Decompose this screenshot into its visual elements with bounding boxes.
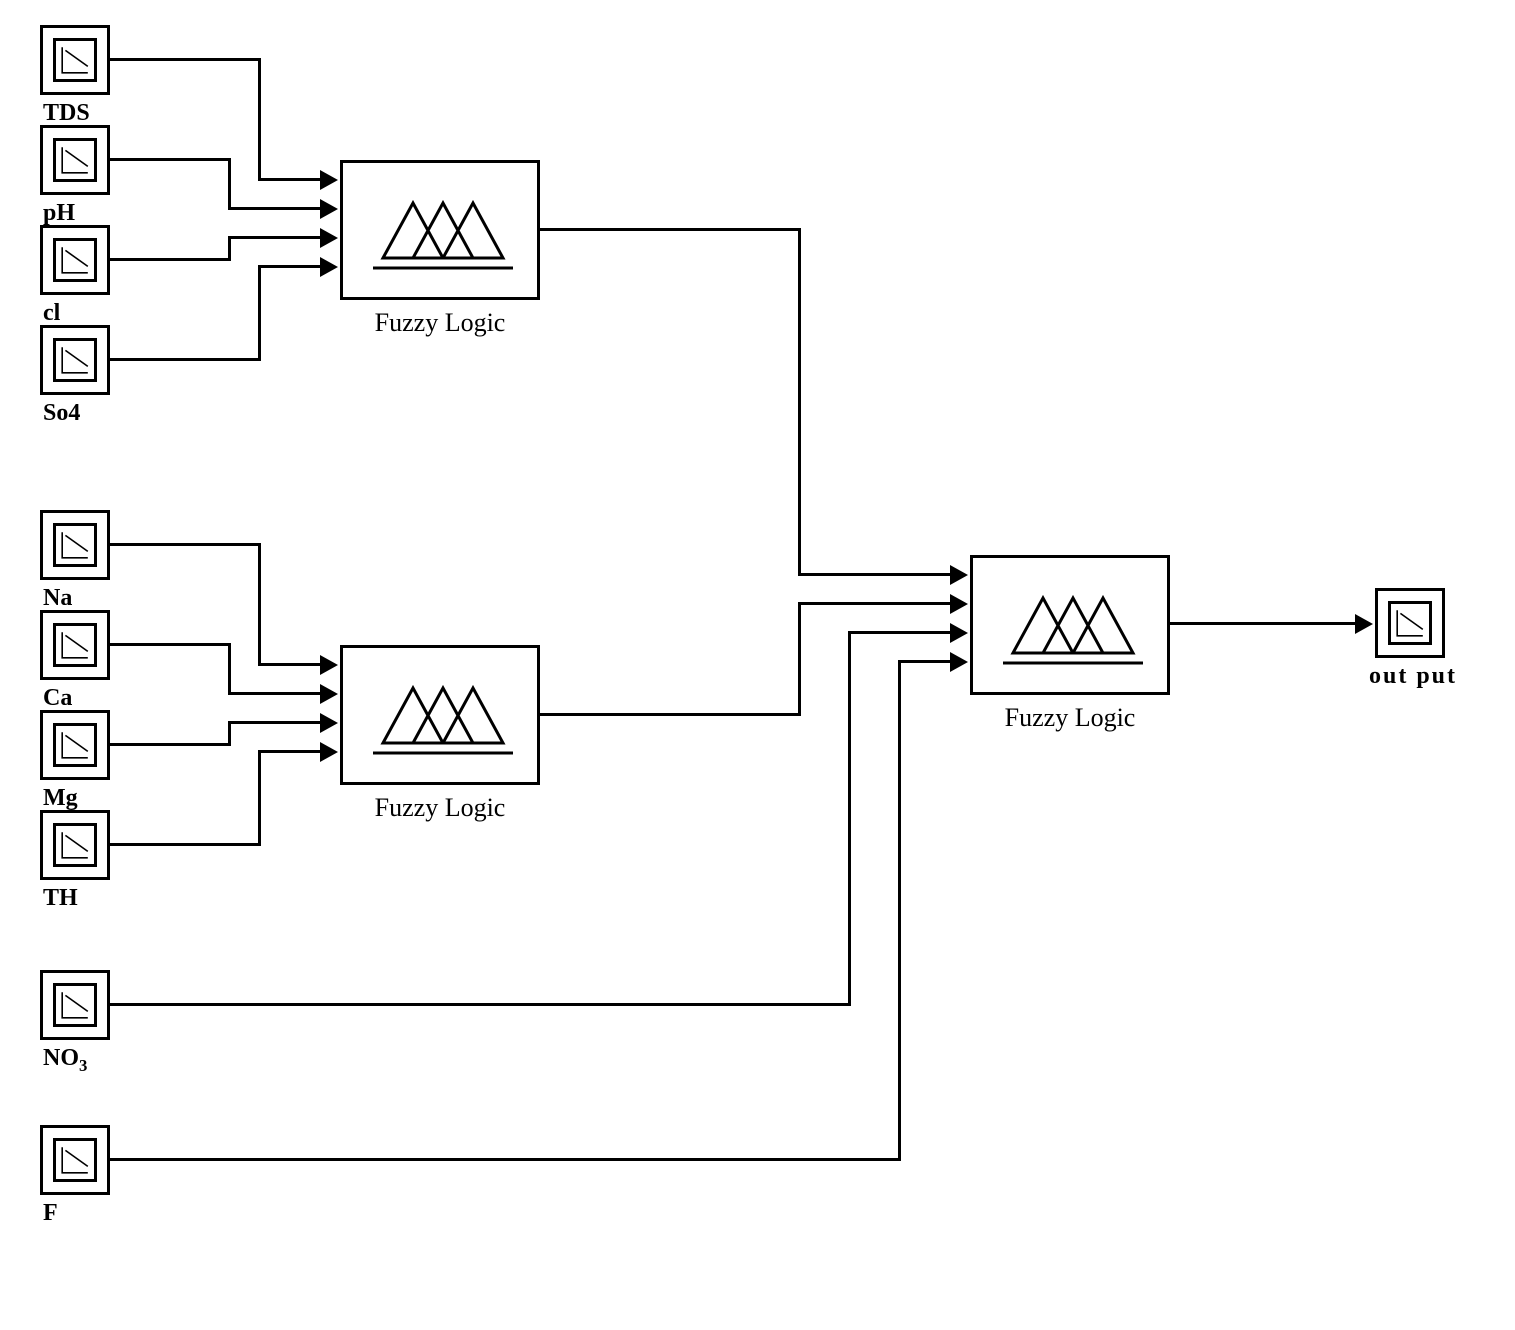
source-block-mg[interactable]: Mg [40,710,110,780]
wire [110,543,260,546]
label-output: out put [1358,663,1468,690]
arrow-icon [320,684,338,704]
wire [110,1158,900,1161]
arrow-icon [320,742,338,762]
wire [228,721,231,746]
wire [228,721,322,724]
source-block-na[interactable]: Na [40,510,110,580]
label-cl: cl [43,300,107,327]
label-fuzzy3: Fuzzy Logic [1005,703,1136,733]
wire [110,58,260,61]
source-block-cl[interactable]: cl [40,225,110,295]
arrow-icon [950,623,968,643]
label-fuzzy1: Fuzzy Logic [375,308,506,338]
output-sink[interactable]: out put [1375,588,1445,658]
source-block-th[interactable]: TH [40,810,110,880]
diagram-canvas: TDS pH cl So4 Na Ca Mg TH NO3 F [0,0,1515,1330]
source-block-tds[interactable]: TDS [40,25,110,95]
arrow-icon [950,565,968,585]
wire [110,643,230,646]
wire [540,713,800,716]
source-block-so4[interactable]: So4 [40,325,110,395]
arrow-icon [320,199,338,219]
label-ph: pH [43,200,107,227]
source-block-no3[interactable]: NO3 [40,970,110,1040]
wire [228,692,322,695]
label-ca: Ca [43,685,107,712]
wire [228,207,322,210]
label-fuzzy2: Fuzzy Logic [375,793,506,823]
fuzzy-logic-block-2[interactable]: Fuzzy Logic [340,645,540,785]
wire [110,358,260,361]
arrow-icon [320,228,338,248]
label-na: Na [43,585,107,612]
wire [110,843,260,846]
wire [258,265,261,361]
wire [258,543,261,665]
wire [110,1003,850,1006]
source-block-ca[interactable]: Ca [40,610,110,680]
arrow-icon [950,652,968,672]
wire [110,743,230,746]
arrow-icon [950,594,968,614]
wire [848,631,952,634]
fuzzy-logic-block-1[interactable]: Fuzzy Logic [340,160,540,300]
label-so4: So4 [43,400,107,427]
wire [798,573,952,576]
arrow-icon [320,713,338,733]
arrow-icon [320,655,338,675]
wire [258,178,322,181]
wire [258,58,261,180]
arrow-icon [320,257,338,277]
wire [228,236,322,239]
wire [258,750,322,753]
wire [898,660,901,1161]
arrow-icon [320,170,338,190]
wire [848,631,851,1006]
wire [798,228,801,575]
label-th: TH [43,885,107,912]
wire [798,602,952,605]
wire [540,228,800,231]
wire [898,660,952,663]
label-no3: NO3 [43,1045,107,1076]
label-mg: Mg [43,785,107,812]
wire [228,643,231,694]
source-block-f[interactable]: F [40,1125,110,1195]
wire [258,663,322,666]
wire [228,158,231,209]
wire [110,158,230,161]
arrow-icon [1355,614,1373,634]
wire [110,258,230,261]
wire [1170,622,1357,625]
wire [258,265,322,268]
label-f: F [43,1200,107,1227]
wire [258,750,261,846]
source-block-ph[interactable]: pH [40,125,110,195]
wire [228,236,231,261]
wire [798,602,801,716]
fuzzy-logic-block-3[interactable]: Fuzzy Logic [970,555,1170,695]
label-tds: TDS [43,100,107,127]
